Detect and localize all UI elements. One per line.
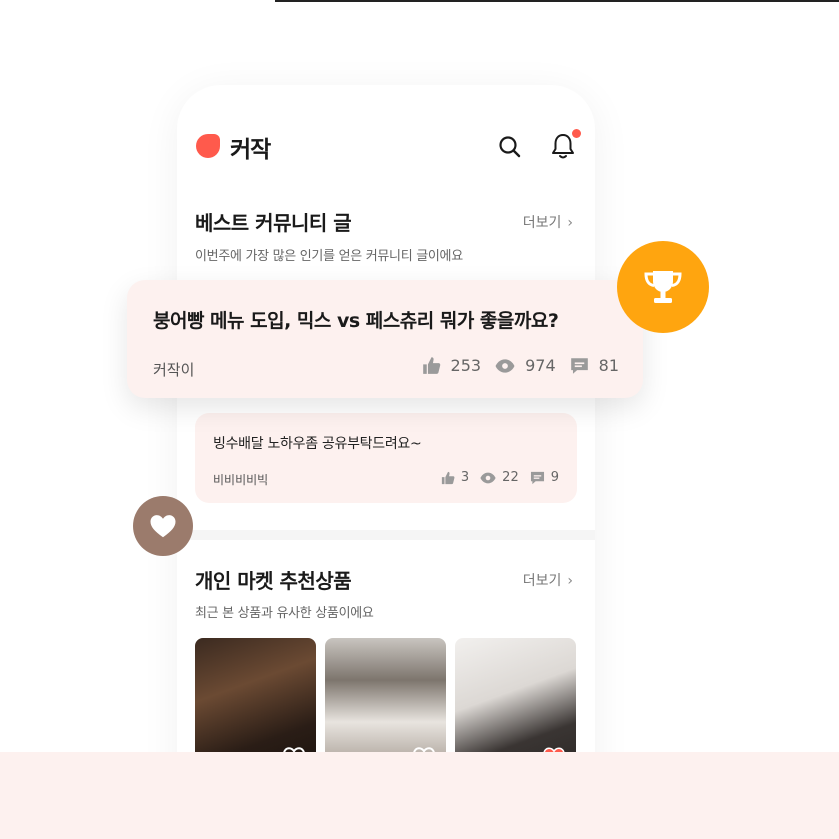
featured-post-card[interactable]: 붕어빵 메뉴 도입, 믹스 vs 페스츄리 뭐가 좋을까요? 커작이 253 9… [127, 280, 643, 398]
section-divider [177, 530, 595, 540]
market-section-subtitle: 최근 본 상품과 유사한 상품이에요 [195, 606, 374, 621]
phone-screen: 커작 베스트 커뮤니티 글 더보기 › 이번주에 가장 많은 인기를 얻은 커뮤니… [177, 85, 595, 785]
featured-post-title: 붕어빵 메뉴 도입, 믹스 vs 페스츄리 뭐가 좋을까요? [153, 310, 559, 332]
view-count: 22 [502, 470, 519, 485]
like-count: 3 [460, 470, 470, 485]
search-button[interactable] [497, 134, 523, 160]
trophy-icon [644, 271, 682, 303]
market-section-title: 개인 마켓 추천상품 [195, 569, 352, 593]
post-title: 빙수배달 노하우좀 공유부탁드려요~ [213, 436, 422, 452]
eye-icon [495, 358, 515, 373]
market-more-link[interactable]: 더보기 › [523, 570, 573, 590]
chevron-right-icon: › [567, 215, 573, 231]
best-section-subtitle: 이번주에 가장 많은 인기를 얻은 커뮤니티 글이에요 [195, 249, 463, 264]
top-divider-line [275, 0, 839, 2]
comment-icon [530, 471, 544, 484]
best-more-link[interactable]: 더보기 › [523, 212, 573, 232]
chevron-right-icon: › [567, 573, 573, 589]
logo-icon [196, 134, 220, 158]
like-stat: 253 [422, 356, 482, 375]
view-count: 974 [525, 356, 556, 375]
thumbs-up-icon [422, 357, 440, 374]
heart-badge [133, 496, 193, 556]
view-stat: 22 [480, 470, 519, 485]
featured-post-stats: 253 974 81 [408, 356, 619, 375]
app-header: 커작 [177, 125, 595, 169]
like-count: 253 [450, 356, 482, 375]
thumbs-up-icon [441, 471, 455, 484]
post-author: 비비비비빅 [213, 473, 269, 487]
more-label: 더보기 [522, 215, 562, 231]
comment-count: 81 [598, 356, 619, 375]
like-stat: 3 [441, 470, 469, 485]
eye-icon [480, 472, 496, 483]
search-icon [499, 136, 521, 158]
post-card[interactable]: 빙수배달 노하우좀 공유부탁드려요~ 비비비비빅 3 22 9 [195, 413, 577, 503]
logo-text: 커작 [230, 137, 271, 163]
best-section-title: 베스트 커뮤니티 글 [195, 211, 352, 235]
comment-icon [570, 357, 588, 374]
notification-badge [572, 129, 581, 138]
app-stage: 커작 베스트 커뮤니티 글 더보기 › 이번주에 가장 많은 인기를 얻은 커뮤니… [0, 0, 839, 839]
comment-stat: 9 [530, 470, 559, 485]
comment-count: 9 [550, 470, 559, 485]
more-label: 더보기 [522, 573, 562, 589]
comment-stat: 81 [570, 356, 619, 375]
view-stat: 974 [495, 356, 556, 375]
post-stats: 3 22 9 [430, 470, 559, 485]
heart-icon [150, 515, 176, 538]
featured-post-author: 커작이 [153, 361, 195, 379]
bottom-background-band [0, 752, 839, 839]
trophy-badge [617, 241, 709, 333]
